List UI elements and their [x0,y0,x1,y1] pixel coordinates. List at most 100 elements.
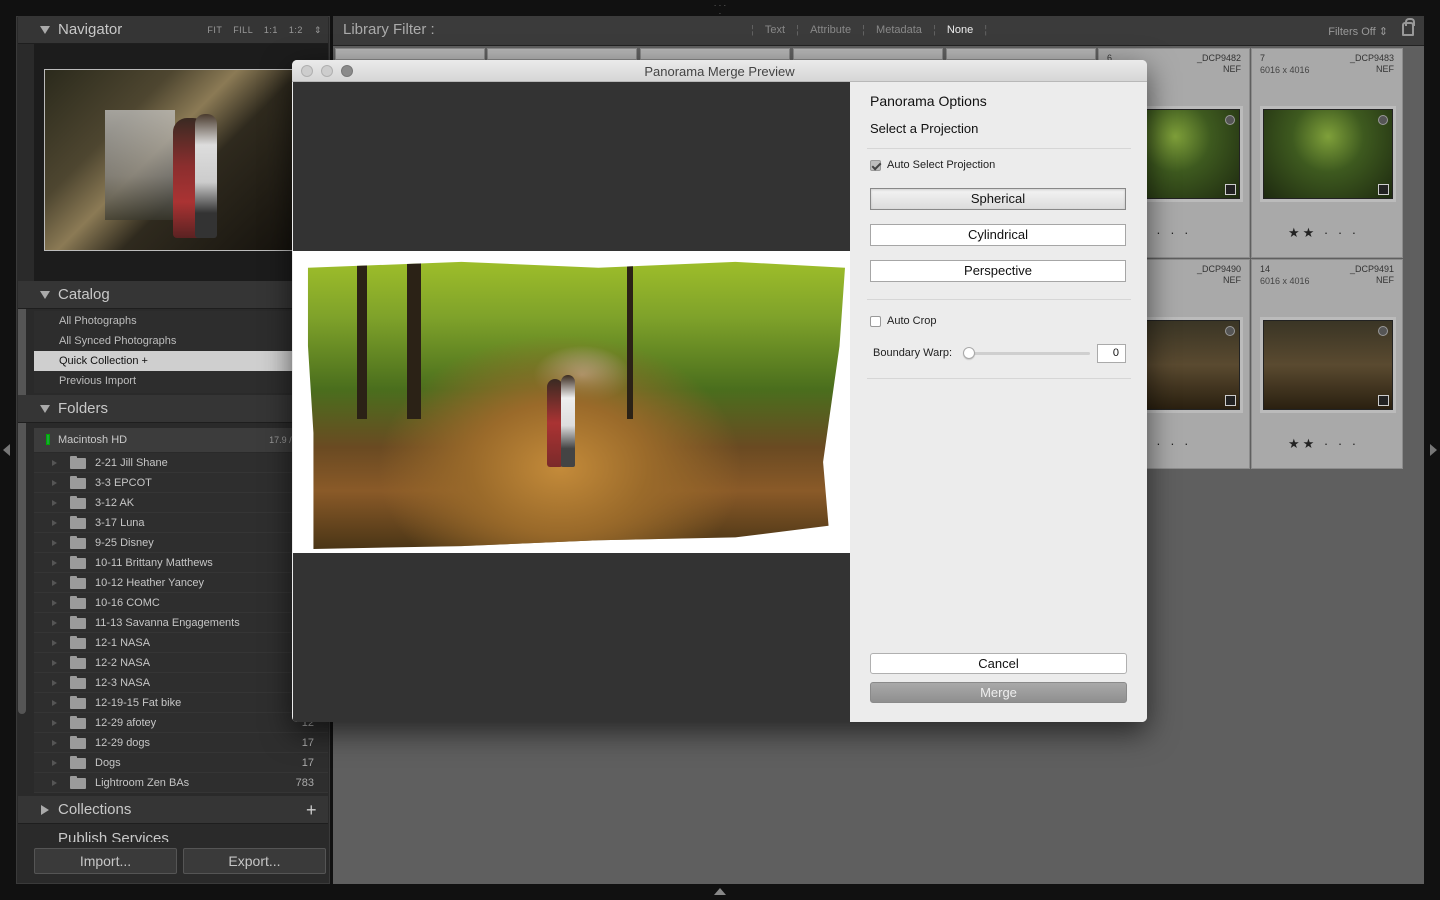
top-panel-toggle-icon[interactable]: · · · · [712,2,728,18]
flag-dot-icon[interactable] [1378,115,1388,125]
cell-filename: _DCP9483 NEF [1350,53,1394,75]
folder-expand-icon[interactable] [52,700,57,706]
filter-tab-metadata[interactable]: Metadata [876,24,922,36]
cylindrical-button[interactable]: Cylindrical [870,224,1126,246]
grid-cell-strip[interactable] [640,48,790,60]
import-button[interactable]: Import... [34,848,177,874]
catalog-item-all-synced[interactable]: All Synced Photographs [34,331,328,351]
filter-tab-text[interactable]: Text [765,24,785,36]
catalog-item-previous-import[interactable]: Previous Import [34,371,328,391]
folder-item[interactable]: 2-21 Jill Shane [34,453,328,473]
auto-crop-checkbox[interactable] [870,316,881,327]
zoom-fit[interactable]: FIT [207,25,222,35]
folder-item[interactable]: 10-12 Heather Yancey [34,573,328,593]
folder-expand-icon[interactable] [52,780,57,786]
collections-header[interactable]: Collections [18,796,328,824]
grid-cell-strip[interactable] [793,48,943,60]
folder-expand-icon[interactable] [52,620,57,626]
folder-expand-icon[interactable] [52,480,57,486]
grid-cell-14[interactable]: 14 _DCP9491 NEF 6016 x 4016 ★★ · · · [1251,259,1403,469]
folder-expand-icon[interactable] [52,500,57,506]
folder-item[interactable]: 12-2 NASA [34,653,328,673]
grid-cell-7[interactable]: 7 _DCP9483 NEF 6016 x 4016 ★★ · · · [1251,48,1403,258]
folder-item[interactable]: 12-29 afotey 12 [34,713,328,733]
flag-dot-icon[interactable] [1225,326,1235,336]
zoom-fill[interactable]: FILL [233,25,253,35]
folder-item[interactable]: 3-3 EPCOT [34,473,328,493]
folder-item[interactable]: 12-19-15 Fat bike [34,693,328,713]
filters-off-dropdown[interactable]: Filters Off ⇕ [1328,25,1388,38]
cell-index: 7 [1260,53,1266,63]
edit-badge-icon [1378,395,1389,406]
lock-icon[interactable] [1402,18,1415,36]
spherical-button[interactable]: Spherical [870,188,1126,210]
panorama-merge-dialog: Panorama Merge Preview Panorama Options … [292,60,1147,722]
folder-label: 12-19-15 Fat bike [95,697,182,709]
folder-item[interactable]: 12-29 dogs 17 [34,733,328,753]
folder-expand-icon[interactable] [52,640,57,646]
cell-type: NEF [1376,64,1394,74]
folder-expand-icon[interactable] [52,760,57,766]
grid-cell-strip[interactable] [335,48,485,60]
left-panel-scrollbar[interactable] [18,286,26,714]
cell-thumbnail[interactable] [1263,109,1393,199]
folder-expand-icon[interactable] [52,460,57,466]
left-panel-toggle-icon[interactable] [3,444,10,456]
folder-item[interactable]: 10-16 COMC [34,593,328,613]
folder-expand-icon[interactable] [52,520,57,526]
folder-expand-icon[interactable] [52,600,57,606]
star-rating[interactable]: ★★ · · · [1288,436,1359,452]
zoom-1-2[interactable]: 1:2 [289,25,303,35]
folder-expand-icon[interactable] [52,680,57,686]
zoom-1-1[interactable]: 1:1 [264,25,278,35]
catalog-item-quick-collection[interactable]: Quick Collection + [34,351,328,371]
boundary-warp-slider-track[interactable] [968,352,1090,355]
folder-item[interactable]: 3-17 Luna [34,513,328,533]
folders-header[interactable]: Folders [18,395,328,423]
folder-expand-icon[interactable] [52,740,57,746]
cell-thumbnail[interactable] [1263,320,1393,410]
publish-services-header[interactable]: Publish Services [34,828,328,842]
star-rating[interactable]: ★★ · · · [1288,225,1359,241]
grid-cell-strip[interactable] [946,48,1096,60]
folder-expand-icon[interactable] [52,660,57,666]
folder-item[interactable]: 12-3 NASA [34,673,328,693]
filter-tab-none[interactable]: None [947,24,973,36]
merge-button[interactable]: Merge [870,682,1127,703]
folder-expand-icon[interactable] [52,580,57,586]
folder-item[interactable]: 10-11 Brittany Matthews [34,553,328,573]
folder-item[interactable]: 11-13 Savanna Engagements [34,613,328,633]
folder-label: 11-13 Savanna Engagements [95,617,240,629]
grid-cell-strip[interactable] [487,48,637,60]
folder-item[interactable]: 9-25 Disney [34,533,328,553]
catalog-item-all-photographs[interactable]: All Photographs 1 [34,311,328,331]
folder-label: 9-25 Disney [95,537,154,549]
perspective-button[interactable]: Perspective [870,260,1126,282]
tab-separator: ¦ [796,24,800,36]
navigator-header[interactable]: Navigator FIT FILL 1:1 1:2 ⇕ [18,16,328,44]
zoom-stepper-icon[interactable]: ⇕ [314,25,322,35]
right-panel-toggle-icon[interactable] [1430,444,1437,456]
filmstrip-toggle-icon[interactable] [712,886,728,896]
dialog-titlebar[interactable]: Panorama Merge Preview [292,60,1147,82]
folder-expand-icon[interactable] [52,720,57,726]
add-collection-icon[interactable]: + [306,801,317,819]
volume-macintosh-hd[interactable]: Macintosh HD 17.9 / 112 GB [34,428,328,452]
export-button[interactable]: Export... [183,848,326,874]
catalog-header[interactable]: Catalog [18,281,328,309]
folder-item[interactable]: 3-12 AK [34,493,328,513]
folder-item[interactable]: Dogs 17 [34,753,328,773]
folder-expand-icon[interactable] [52,560,57,566]
folder-item[interactable]: Lightroom Zen BAs 783 [34,773,328,793]
cancel-button[interactable]: Cancel [870,653,1127,674]
filter-tab-attribute[interactable]: Attribute [810,24,851,36]
boundary-warp-slider-thumb[interactable] [963,347,975,359]
boundary-warp-input[interactable]: 0 [1097,344,1126,363]
folder-item[interactable]: 12-1 NASA [34,633,328,653]
navigator-thumbnail[interactable] [44,69,294,251]
flag-dot-icon[interactable] [1225,115,1235,125]
auto-select-projection-checkbox[interactable] [870,160,881,171]
folder-count: 783 [295,777,314,789]
folder-expand-icon[interactable] [52,540,57,546]
flag-dot-icon[interactable] [1378,326,1388,336]
